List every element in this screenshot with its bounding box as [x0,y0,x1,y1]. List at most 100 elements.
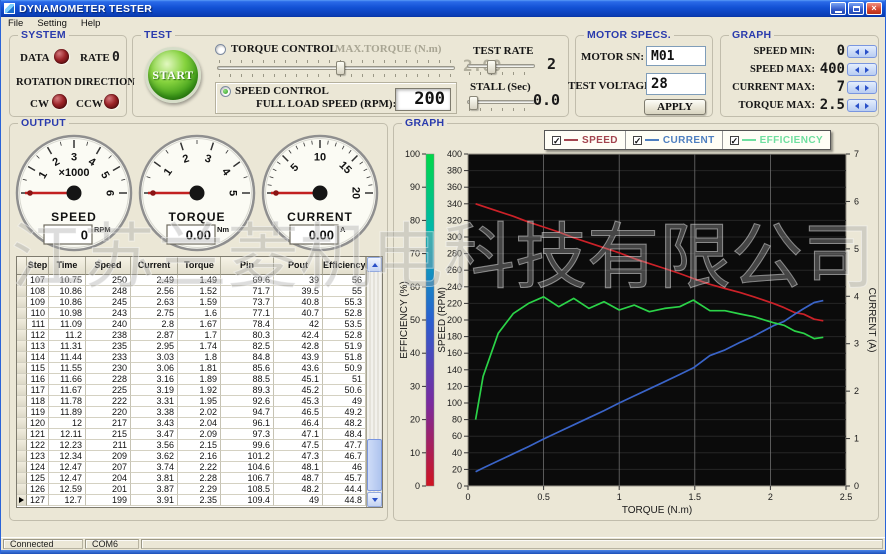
table-cell: 2.87 [131,330,178,341]
svg-text:0: 0 [457,481,462,491]
test-rate-slider-thumb[interactable] [487,60,496,74]
table-scrollbar[interactable] [366,257,382,507]
column-header-pout[interactable]: Pout [274,257,323,275]
legend-checkbox-current[interactable]: ✓ [633,136,642,145]
scroll-up-button[interactable] [367,257,382,272]
table-cell: 114 [27,352,49,363]
svg-text:240: 240 [447,282,462,292]
menu-item-help[interactable]: Help [74,18,108,29]
table-row[interactable]: 11511.552303.061.8185.643.650.9 [17,363,366,374]
spinner-decrement-icon[interactable] [855,49,859,55]
column-header-efficiency[interactable]: Efficiency [323,257,366,275]
gauge-hub [313,186,328,201]
scrollbar-thumb[interactable] [367,439,382,491]
scroll-down-button[interactable] [367,492,382,507]
column-header-pin[interactable]: Pin [221,257,274,275]
apply-button[interactable]: APPLY [644,99,706,115]
table-cell: 12.59 [49,484,86,495]
table-cell: 1.81 [178,363,221,374]
torque-control-label: TORQUE CONTROL [231,43,337,55]
table-row[interactable]: 10710.752502.491.4969.63956 [17,275,366,286]
table-row[interactable]: 11311.312352.951.7482.542.851.9 [17,341,366,352]
table-cell: 96.1 [221,418,274,429]
legend-checkbox-speed[interactable]: ✓ [552,136,561,145]
gauge-scale-number: 6 [104,190,116,196]
table-cell: 77.1 [221,308,274,319]
table-cell: 209 [86,451,131,462]
spinner-decrement-icon[interactable] [855,67,859,73]
current-max-spinner[interactable] [847,81,877,94]
spinner-decrement-icon[interactable] [855,85,859,91]
graph-panel: GRAPH ✓SPEED✓CURRENT✓EFFICIENCY 02040608… [393,123,879,521]
test-voltage-field[interactable] [646,73,706,95]
table-row[interactable]: 12512.472043.812.28106.748.745.7 [17,473,366,484]
minimize-button[interactable] [830,2,846,15]
gauge-unit: A [340,225,346,234]
table-cell: 1.89 [178,374,221,385]
graph-panel-title: GRAPH [402,117,447,129]
table-row[interactable]: 11711.672253.191.9289.345.250.6 [17,385,366,396]
column-header-speed[interactable]: Speed [86,257,131,275]
table-cell: 3.19 [131,385,178,396]
column-header-torque[interactable]: Torque [178,257,221,275]
spinner-decrement-icon[interactable] [855,103,859,109]
torque-max-spinner[interactable] [847,99,877,112]
table-cell: 47.5 [274,440,323,451]
table-row[interactable]: 11811.782223.311.9592.645.349 [17,396,366,407]
spinner-increment-icon[interactable] [865,67,869,73]
output-panel-title: OUTPUT [18,117,69,129]
row-gutter [17,352,27,363]
speed-min-spinner[interactable] [847,45,877,58]
table-cell: 222 [86,396,131,407]
table-cell: 39 [274,275,323,286]
svg-text:1.5: 1.5 [689,492,702,502]
table-row[interactable]: 12212.232113.562.1599.647.547.7 [17,440,366,451]
svg-text:60: 60 [452,431,462,441]
motor-specs-title: MOTOR SPECS. [584,29,674,41]
menu-item-setting[interactable]: Setting [30,18,74,29]
table-cell: 46.7 [323,451,366,462]
start-button[interactable]: START [145,47,201,103]
table-row[interactable]: 11211.22382.871.780.342.452.8 [17,330,366,341]
max-torque-slider[interactable] [217,60,455,77]
close-button[interactable]: × [866,2,882,15]
table-row[interactable]: 11911.892203.382.0294.746.549.2 [17,407,366,418]
table-cell: 43.6 [274,363,323,374]
menu-item-file[interactable]: File [1,18,30,29]
restore-button[interactable] [848,2,864,15]
table-row[interactable]: 12412.472073.742.22104.648.146 [17,462,366,473]
table-row[interactable]: 11010.982432.751.677.140.752.8 [17,308,366,319]
column-header-time[interactable]: Time [49,257,86,275]
spinner-increment-icon[interactable] [865,103,869,109]
table-row[interactable]: 10910.862452.631.5973.740.855.3 [17,297,366,308]
rate-label: RATE [80,52,110,64]
column-header-current[interactable]: Current [131,257,178,275]
table-row[interactable]: 12112.112153.472.0997.347.148.4 [17,429,366,440]
torque-gauge: 12345TORQUE0.00Nm [138,134,256,252]
stall-slider[interactable] [467,96,535,111]
motor-sn-label: MOTOR SN: [580,51,644,63]
table-row[interactable]: 11111.092402.81.6778.44253.5 [17,319,366,330]
spinner-increment-icon[interactable] [865,49,869,55]
table-row[interactable]: 12712.71993.912.35109.44944.8 [17,495,366,506]
table-row[interactable]: 11411.442333.031.884.843.951.8 [17,352,366,363]
legend-item-efficiency: ✓EFFICIENCY [723,131,830,149]
table-row[interactable]: 10810.862482.561.5271.739.555 [17,286,366,297]
svg-text:380: 380 [447,166,462,176]
legend-checkbox-efficiency[interactable]: ✓ [730,136,739,145]
motor-sn-field[interactable] [646,46,706,66]
table-row[interactable]: 11611.662283.161.8988.545.151 [17,374,366,385]
speed-max-spinner[interactable] [847,63,877,76]
speed-control-radio[interactable] [220,86,231,97]
column-header-step[interactable]: Step [27,257,49,275]
torque-control-radio[interactable] [215,44,226,55]
test-rate-slider[interactable] [467,60,535,75]
table-cell: 47.3 [274,451,323,462]
max-torque-slider-thumb[interactable] [336,61,345,75]
table-row[interactable]: 120122173.432.0496.146.448.2 [17,418,366,429]
table-row[interactable]: 12312.342093.622.16101.247.346.7 [17,451,366,462]
stall-slider-thumb[interactable] [469,96,478,110]
table-row[interactable]: 12612.592013.872.29108.548.244.4 [17,484,366,495]
spinner-increment-icon[interactable] [865,85,869,91]
speed-min-label: SPEED MIN: [721,46,815,57]
